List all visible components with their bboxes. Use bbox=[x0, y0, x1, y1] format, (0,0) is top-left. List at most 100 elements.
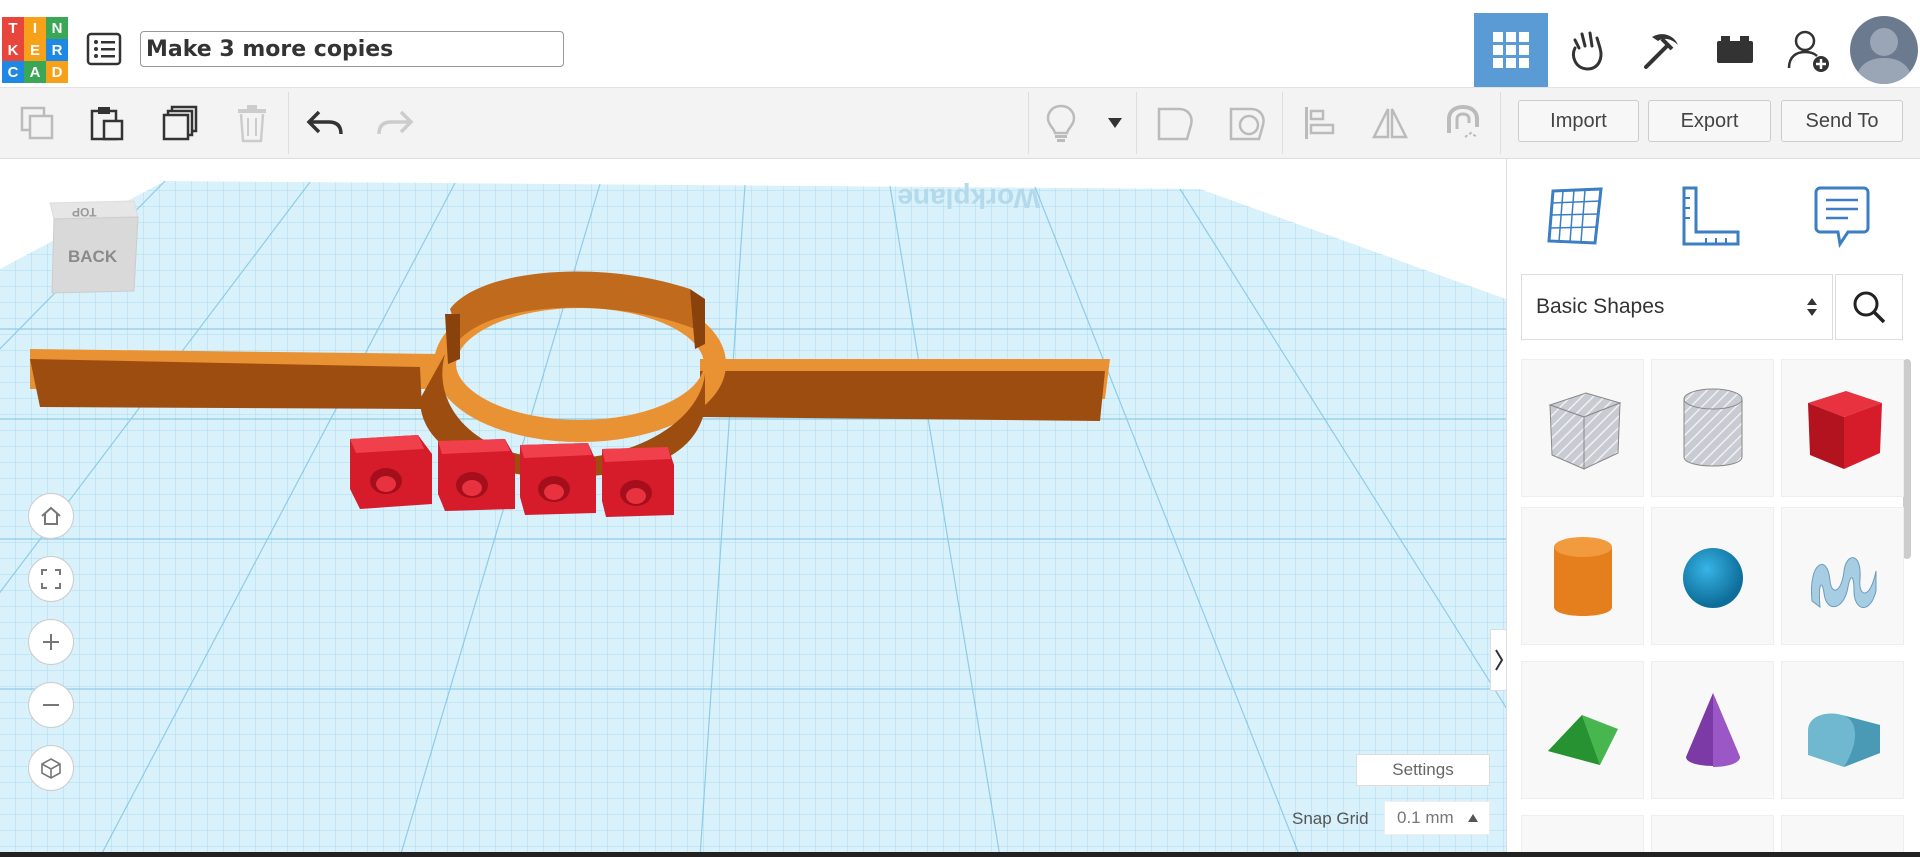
avatar[interactable] bbox=[1850, 16, 1918, 84]
home-icon bbox=[41, 506, 61, 525]
red-cube[interactable] bbox=[350, 435, 432, 509]
design-list-icon[interactable] bbox=[86, 32, 122, 66]
select-arrows-icon bbox=[1807, 298, 1817, 316]
redo-icon bbox=[377, 110, 414, 135]
fit-view-button[interactable] bbox=[28, 556, 74, 602]
round-roof-icon bbox=[1807, 713, 1880, 767]
view-cube-top-label: TOP bbox=[72, 205, 97, 219]
shape-tile-cylinder[interactable] bbox=[1521, 507, 1644, 645]
shape-tile-round-roof[interactable] bbox=[1781, 661, 1904, 799]
snap-grid-select[interactable]: 0.1 mm bbox=[1384, 801, 1490, 835]
copy-icon bbox=[20, 106, 54, 140]
ruler-tool-button[interactable] bbox=[1673, 179, 1747, 253]
scribble-icon bbox=[1810, 557, 1876, 609]
shape-tile-box-hole[interactable] bbox=[1521, 359, 1644, 497]
shapes-panel: Basic Shapes bbox=[1506, 159, 1920, 857]
undo-icon bbox=[306, 110, 343, 135]
shape-tile-partial[interactable] bbox=[1521, 815, 1644, 857]
zoom-out-icon bbox=[43, 704, 59, 706]
logo-letter: E bbox=[24, 39, 46, 61]
redo-button[interactable] bbox=[370, 98, 420, 148]
shape-tile-roof[interactable] bbox=[1521, 661, 1644, 799]
shape-tile-cylinder-hole[interactable] bbox=[1651, 359, 1774, 497]
magnet-button[interactable] bbox=[1438, 98, 1488, 148]
toolbar-divider bbox=[1028, 92, 1029, 154]
shape-button[interactable] bbox=[1150, 98, 1200, 148]
notes-tool-button[interactable] bbox=[1805, 179, 1879, 253]
workplane-grid[interactable]: Workplane bbox=[0, 159, 1506, 857]
shape-outline-icon bbox=[1157, 107, 1193, 141]
home-view-button[interactable] bbox=[28, 493, 74, 539]
logo-letter: C bbox=[2, 61, 24, 83]
cylinder-hole-icon bbox=[1683, 388, 1742, 467]
bricks-icon bbox=[1717, 36, 1753, 63]
copy-button[interactable] bbox=[12, 98, 62, 148]
notes-icon bbox=[1814, 186, 1870, 248]
zoom-in-button[interactable] bbox=[28, 619, 74, 665]
shape-tile-partial[interactable] bbox=[1651, 815, 1774, 857]
logo-letter: K bbox=[2, 39, 24, 61]
design-title-input[interactable] bbox=[140, 31, 564, 67]
zoom-out-button[interactable] bbox=[28, 682, 74, 728]
red-cube[interactable] bbox=[438, 439, 515, 511]
align-button[interactable] bbox=[1295, 98, 1345, 148]
shape-tile-box[interactable] bbox=[1781, 359, 1904, 497]
duplicate-icon bbox=[162, 105, 198, 141]
bulb-button[interactable] bbox=[1036, 98, 1086, 148]
toolbar-divider bbox=[1500, 92, 1501, 154]
cylinder-icon bbox=[1553, 537, 1612, 616]
logo-letter: I bbox=[24, 17, 46, 39]
zoom-in-icon bbox=[43, 634, 59, 650]
paste-button[interactable] bbox=[81, 98, 131, 148]
category-select-value: Basic Shapes bbox=[1536, 295, 1665, 318]
add-user-button[interactable] bbox=[1772, 13, 1846, 87]
import-button[interactable]: Import bbox=[1518, 100, 1639, 142]
settings-button[interactable]: Settings bbox=[1356, 754, 1490, 786]
mirror-button[interactable] bbox=[1365, 98, 1415, 148]
tinker-hand-button[interactable] bbox=[1550, 13, 1624, 87]
logo-letter: T bbox=[2, 17, 24, 39]
category-select[interactable]: Basic Shapes bbox=[1521, 274, 1833, 340]
delete-button[interactable] bbox=[227, 98, 277, 148]
view-cube[interactable]: TOP BACK bbox=[44, 197, 140, 295]
tinker-hand-icon bbox=[1572, 31, 1603, 71]
hole-button[interactable] bbox=[1222, 98, 1272, 148]
box-hole-icon bbox=[1547, 392, 1622, 470]
light-dropdown[interactable] bbox=[1090, 98, 1140, 148]
bricks-button[interactable] bbox=[1698, 13, 1772, 87]
workplane-tool-button[interactable] bbox=[1539, 179, 1613, 253]
perspective-button[interactable] bbox=[28, 745, 74, 791]
pickaxe-button[interactable] bbox=[1624, 13, 1698, 87]
workplane-icon bbox=[1547, 187, 1603, 245]
hole-outline-icon bbox=[1229, 107, 1265, 141]
logo-letter: A bbox=[24, 61, 46, 83]
workplane-viewport[interactable]: Workplane TOP BACK Settings Snap Grid 0.… bbox=[0, 159, 1506, 857]
panel-collapse-tab[interactable] bbox=[1490, 629, 1506, 691]
toolbar-divider bbox=[1282, 92, 1283, 154]
box-icon bbox=[1807, 391, 1882, 469]
dropdown-caret-icon bbox=[1108, 118, 1122, 128]
undo-button[interactable] bbox=[300, 98, 350, 148]
shape-tile-partial[interactable] bbox=[1781, 815, 1904, 857]
duplicate-button[interactable] bbox=[155, 98, 205, 148]
roof-icon bbox=[1547, 715, 1618, 765]
shape-search-button[interactable] bbox=[1835, 274, 1903, 340]
align-icon bbox=[1305, 107, 1335, 139]
tinkercad-logo[interactable]: T I N K E R C A D bbox=[2, 17, 68, 83]
bulb-icon bbox=[1046, 104, 1076, 142]
shape-tile-scribble[interactable] bbox=[1781, 507, 1904, 645]
grid-view-button[interactable] bbox=[1474, 13, 1548, 87]
export-button[interactable]: Export bbox=[1648, 100, 1771, 142]
red-cube[interactable] bbox=[520, 443, 596, 515]
send-to-button[interactable]: Send To bbox=[1781, 100, 1903, 142]
caret-up-icon bbox=[1467, 814, 1478, 822]
delete-icon bbox=[238, 105, 266, 143]
grid-view-icon bbox=[1493, 32, 1529, 68]
red-cube[interactable] bbox=[602, 447, 674, 517]
shape-scrollbar[interactable] bbox=[1903, 359, 1911, 559]
snap-grid-value: 0.1 mm bbox=[1397, 808, 1454, 827]
shape-tile-cone[interactable] bbox=[1651, 661, 1774, 799]
add-user-icon bbox=[1787, 30, 1829, 72]
ruler-icon bbox=[1682, 186, 1740, 246]
shape-tile-sphere[interactable] bbox=[1651, 507, 1774, 645]
